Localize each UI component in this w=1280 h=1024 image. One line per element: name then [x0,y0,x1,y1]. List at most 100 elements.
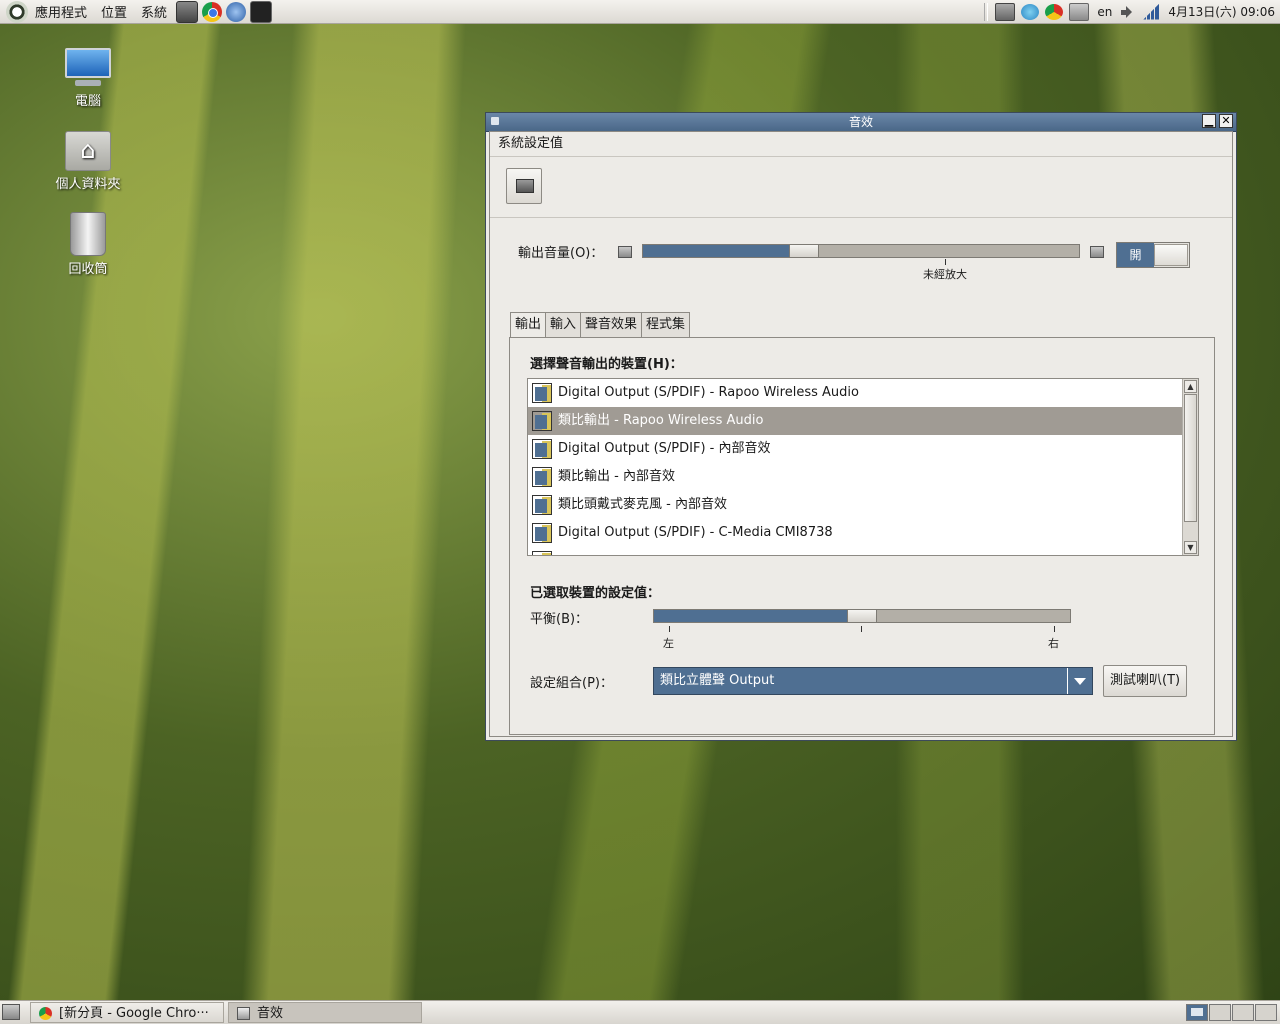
audio-card-icon [532,467,552,487]
output-device-list[interactable]: Digital Output (S/PDIF) - Rapoo Wireless… [527,378,1199,556]
desktop-icon-label: 電腦 [74,94,101,109]
mute-toggle[interactable]: 開 [1116,242,1190,268]
workspace-2[interactable] [1209,1004,1231,1021]
mute-toggle-knob [1154,244,1188,266]
clock[interactable]: 4月13日(六) 09:06 [1163,3,1280,20]
volume-tray-icon[interactable] [1121,4,1136,19]
balance-slider[interactable] [653,609,1071,623]
output-volume-label: 輸出音量(O)： [518,246,604,261]
output-volume-slider[interactable] [642,244,1080,258]
device-row[interactable]: 類比頭戴式麥克風 - 內部音效 [528,491,1198,519]
window-menu-icon[interactable] [491,117,499,125]
output-volume-fill [643,245,804,257]
desktop-icon-computer[interactable]: 電腦 [43,48,133,109]
device-name: Digital Output (S/PDIF) - Rapoo Wireless… [558,385,859,400]
chrome-launcher-icon[interactable] [202,1,223,22]
desktop-icon-label: 回收筒 [68,262,108,277]
settings-section-title: 已選取裝置的設定值： [530,586,661,601]
audio-card-icon [532,551,552,555]
menubar: 系統設定值 [490,132,1232,157]
sound-icon [237,1007,250,1020]
test-speakers-button[interactable]: 測試喇叭(T) [1103,665,1188,697]
minimize-button[interactable]: ▁ [1202,114,1216,128]
device-section-title: 選擇聲音輸出的裝置(H)： [530,357,683,372]
volume-low-icon[interactable] [618,246,632,258]
show-desktop-icon[interactable] [2,1004,20,1020]
menu-places[interactable]: 位置 [94,2,134,21]
unamplified-tick [945,259,946,265]
balance-center-tick [861,626,862,632]
audio-card-icon [532,411,552,431]
workspace-1[interactable] [1186,1004,1208,1021]
chrome-icon [39,1007,52,1020]
scroll-down-arrow-icon[interactable]: ▼ [1184,541,1197,554]
tab-applications[interactable]: 程式集 [641,312,691,337]
keyboard-layout-indicator[interactable]: en [1092,5,1117,19]
task-label: [新分頁 - Google Chro··· [59,1006,209,1021]
chevron-down-icon[interactable] [1067,668,1092,694]
desktop-icon-trash[interactable]: 回收筒 [43,212,133,277]
chrome-tray-icon[interactable] [1045,3,1064,20]
terminal-launcher-icon[interactable] [250,0,273,23]
workspace-3[interactable] [1232,1004,1254,1021]
scroll-thumb[interactable] [1184,394,1197,522]
balance-right-tick [1054,626,1055,632]
hardware-button[interactable] [506,168,542,204]
tab-sound-effects[interactable]: 聲音效果 [580,312,643,337]
tab-input[interactable]: 輸入 [545,312,582,337]
unamplified-label: 未經放大 [923,268,967,281]
signal-strength-icon[interactable] [1143,3,1160,20]
window-content: 系統設定值 輸出音量(O)： 未經放大 開 輸出 輸入 聲音效果 程式集 選擇聲… [489,131,1233,737]
device-row-partial[interactable] [528,547,1198,555]
balance-left-label: 左 [663,637,674,650]
device-name: Digital Output (S/PDIF) - 內部音效 [558,441,771,456]
scroll-up-arrow-icon[interactable]: ▲ [1184,380,1197,393]
device-row[interactable]: Digital Output (S/PDIF) - C-Media CMI873… [528,519,1198,547]
audio-card-icon [532,495,552,515]
home-folder-icon [65,131,111,171]
trash-icon [70,212,106,256]
audio-card-icon [532,523,552,543]
menu-system-preferences[interactable]: 系統設定值 [498,136,563,151]
device-row[interactable]: 類比輸出 - 內部音效 [528,463,1198,491]
mail-launcher-icon[interactable] [226,1,247,22]
display-tray-icon[interactable] [995,2,1016,21]
device-name: Digital Output (S/PDIF) - C-Media CMI873… [558,525,833,540]
taskbar-item-sound[interactable]: 音效 [228,1002,422,1023]
audio-card-icon [532,383,552,403]
balance-right-label: 右 [1048,637,1059,650]
desktop-icon-home[interactable]: 個人資料夾 [43,131,133,192]
file-manager-launcher-icon[interactable] [176,0,199,23]
tray-separator [984,2,989,21]
profile-value: 類比立體聲 Output [660,673,775,688]
balance-thumb[interactable] [847,609,877,623]
device-row[interactable]: Digital Output (S/PDIF) - 內部音效 [528,435,1198,463]
volume-high-icon[interactable] [1090,246,1104,258]
balance-label: 平衡(B)： [530,612,589,627]
output-volume-thumb[interactable] [789,244,819,258]
tab-bar: 輸出 輸入 聲音效果 程式集 [510,312,691,338]
distro-logo-icon[interactable] [6,0,28,23]
balance-left-tick [669,626,670,632]
close-button[interactable]: ✕ [1219,114,1233,128]
dropbox-tray-icon[interactable] [1021,3,1040,20]
toolbar [490,157,1232,218]
window-titlebar[interactable]: 音效 ▁ ✕ [486,113,1236,132]
tab-output[interactable]: 輸出 [510,312,547,338]
taskbar-item-chrome[interactable]: [新分頁 - Google Chro··· [30,1002,224,1023]
device-row[interactable]: Digital Output (S/PDIF) - Rapoo Wireless… [528,379,1198,407]
menu-applications[interactable]: 應用程式 [28,2,94,21]
desktop-icon-label: 個人資料夾 [55,177,121,192]
profile-combobox[interactable]: 類比立體聲 Output [653,667,1093,695]
device-row-selected[interactable]: 類比輸出 - Rapoo Wireless Audio [528,407,1198,435]
network-tray-icon[interactable] [1069,2,1090,21]
workspace-4[interactable] [1255,1004,1277,1021]
audio-card-icon [532,439,552,459]
top-panel: 應用程式 位置 系統 en 4月13日(六) 09:06 [0,0,1280,24]
menu-system[interactable]: 系統 [134,2,174,21]
device-name: 類比輸出 - 內部音效 [558,469,675,484]
mute-toggle-label: 開 [1117,243,1154,267]
device-list-scrollbar[interactable]: ▲ ▼ [1182,379,1198,555]
profile-label: 設定組合(P)： [530,676,613,691]
output-tab-panel: 選擇聲音輸出的裝置(H)： Digital Output (S/PDIF) - … [509,337,1215,735]
